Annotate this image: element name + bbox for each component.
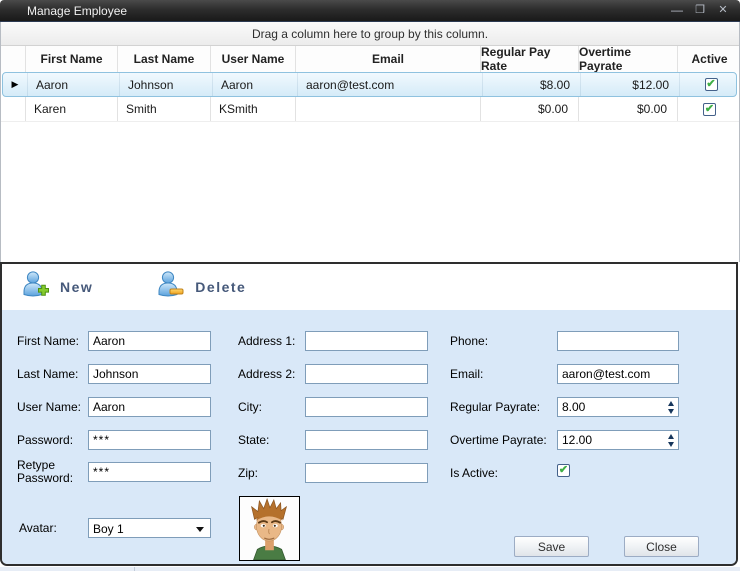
delete-button[interactable]: Delete [157,270,246,304]
avatar-label: Avatar: [19,522,57,535]
cell-active: ✔ [678,97,740,121]
avatar-selected-option: Boy 1 [93,522,124,536]
table-row-selected[interactable]: ▶ Aaron Johnson Aaron aaron@test.com $8.… [2,72,737,97]
spin-up-icon[interactable] [668,434,674,439]
save-button[interactable]: Save [514,536,589,557]
first-name-label: First Name: [17,335,79,348]
cell-overtime-payrate[interactable]: $0.00 [579,97,678,121]
window-bottom-edge [0,567,740,571]
address2-field[interactable] [305,364,428,384]
regular-payrate-stepper [557,397,679,417]
first-name-field[interactable] [88,331,211,351]
user-name-label: User Name: [17,401,81,414]
employee-grid: Drag a column here to group by this colu… [0,22,740,262]
detail-panel: New [0,262,738,566]
active-checkbox[interactable]: ✔ [703,103,716,116]
cell-first-name[interactable]: Aaron [28,73,120,96]
column-header-last-name[interactable]: Last Name [118,46,211,72]
retype-password-label: Retype Password: [17,459,79,485]
address2-label: Address 2: [238,368,295,381]
close-form-button[interactable]: Close [624,536,699,557]
minimize-button[interactable]: — [670,3,684,17]
selected-row-marker-icon: ▶ [3,73,28,96]
cell-user-name[interactable]: KSmith [211,97,296,121]
cell-email[interactable]: aaron@test.com [298,73,483,96]
grid-header-row: First Name Last Name User Name Email Reg… [1,46,739,72]
email-field[interactable] [557,364,679,384]
overtime-payrate-stepper [557,430,679,450]
address1-field[interactable] [305,331,428,351]
column-header-email[interactable]: Email [296,46,481,72]
avatar-preview-image [239,496,300,561]
window-controls: — ❒ ✕ [670,3,730,17]
avatar-select[interactable]: Boy 1 [88,518,211,538]
group-by-drop-zone[interactable]: Drag a column here to group by this colu… [1,22,739,46]
phone-field[interactable] [557,331,679,351]
cell-last-name[interactable]: Smith [118,97,211,121]
user-name-field[interactable] [88,397,211,417]
close-button[interactable]: ✕ [716,3,730,17]
boy-avatar-illustration [240,497,299,560]
delete-button-label: Delete [195,279,246,295]
city-field[interactable] [305,397,428,417]
state-label: State: [238,434,269,447]
email-label: Email: [450,368,483,381]
window-title: Manage Employee [27,4,127,18]
overtime-payrate-field[interactable] [557,430,679,450]
password-field[interactable] [88,430,211,450]
row-indicator-header [1,46,26,72]
column-header-first-name[interactable]: First Name [26,46,118,72]
spin-down-icon[interactable] [668,409,674,414]
city-label: City: [238,401,262,414]
cell-last-name[interactable]: Johnson [120,73,213,96]
cell-email[interactable] [296,97,481,121]
maximize-button[interactable]: ❒ [693,3,707,17]
new-button[interactable]: New [22,270,93,304]
new-button-label: New [60,279,93,295]
is-active-label: Is Active: [450,467,498,480]
spin-down-icon[interactable] [668,442,674,447]
cell-first-name[interactable]: Karen [26,97,118,121]
last-name-field[interactable] [88,364,211,384]
phone-label: Phone: [450,335,488,348]
cell-user-name[interactable]: Aaron [213,73,298,96]
regular-payrate-field[interactable] [557,397,679,417]
row-indicator-cell [1,97,26,121]
zip-field[interactable] [305,463,428,483]
table-row[interactable]: Karen Smith KSmith $0.00 $0.00 ✔ [1,97,739,122]
regular-payrate-label: Regular Payrate: [450,401,540,414]
employee-form: First Name: Last Name: User Name: Passwo… [2,310,736,564]
bottom-edge-divider [134,567,135,571]
active-checkbox[interactable]: ✔ [705,78,718,91]
address1-label: Address 1: [238,335,295,348]
cell-overtime-payrate[interactable]: $12.00 [581,73,680,96]
column-header-regular-pay-rate[interactable]: Regular Pay Rate [481,46,579,72]
column-header-active[interactable]: Active [678,46,740,72]
overtime-payrate-label: Overtime Payrate: [450,434,547,447]
state-field[interactable] [305,430,428,450]
toolbar: New [2,264,736,310]
retype-password-field[interactable] [88,462,211,482]
column-header-user-name[interactable]: User Name [211,46,296,72]
zip-label: Zip: [238,467,258,480]
cell-regular-pay-rate[interactable]: $8.00 [483,73,581,96]
is-active-checkbox[interactable]: ✔ [557,464,570,477]
overtime-payrate-spin-buttons [663,431,678,449]
titlebar[interactable]: Manage Employee — ❒ ✕ [0,0,740,22]
password-label: Password: [17,434,73,447]
cell-active: ✔ [680,73,740,96]
cell-regular-pay-rate[interactable]: $0.00 [481,97,579,121]
column-header-overtime-payrate[interactable]: Overtime Payrate [579,46,678,72]
last-name-label: Last Name: [17,368,78,381]
spin-up-icon[interactable] [668,401,674,406]
delete-employee-icon [157,270,184,304]
manage-employee-window: Manage Employee — ❒ ✕ Drag a column here… [0,0,740,571]
chevron-down-icon [196,527,204,532]
new-employee-icon [22,270,49,304]
regular-payrate-spin-buttons [663,398,678,416]
